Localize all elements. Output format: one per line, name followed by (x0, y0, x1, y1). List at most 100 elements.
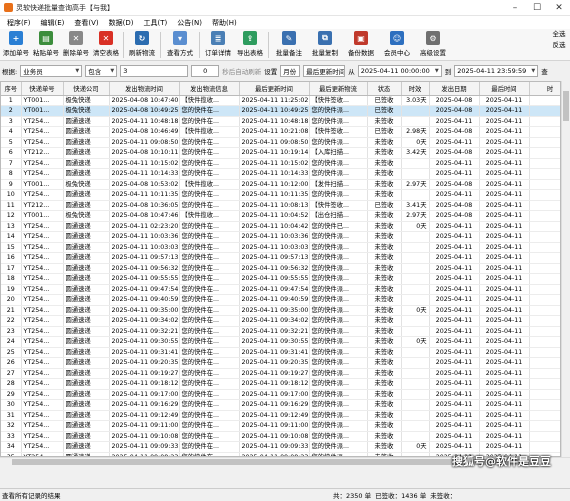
refresh-interval-input[interactable]: 0 (191, 64, 220, 77)
table-row[interactable]: 23 YT254... 圆通速递 2025-04-11 09:32:21 您的快件在..… (1, 326, 560, 337)
column-header-2[interactable]: 快递公司 (63, 82, 110, 96)
close-icon[interactable]: ✕ (548, 0, 570, 16)
column-header-0[interactable]: 序号 (1, 82, 22, 96)
member-button[interactable]: ☺ 会员中心 (379, 29, 415, 60)
menu-item-2[interactable]: 查看(V) (69, 18, 103, 28)
order-detail-button[interactable]: ≣ 订单详情 (202, 29, 234, 60)
toolbar-separator (160, 32, 161, 58)
maximize-icon[interactable]: ☐ (526, 0, 548, 16)
table-row[interactable]: 11 YT212... 圆通速递 2025-04-08 10:36:05 您的快件在..… (1, 200, 560, 211)
menu-item-4[interactable]: 工具(T) (139, 18, 173, 28)
delete-button[interactable]: ✕ 删除单号 (61, 29, 91, 60)
table-row[interactable]: 18 YT254... 圆通速递 2025-04-11 09:55:55 您的快件在..… (1, 273, 560, 285)
to-date-input[interactable]: 2025-04-11 23:59:59 ▼ (454, 64, 539, 77)
date-field-select[interactable]: 最后更新时间 (303, 64, 346, 77)
table-row[interactable]: 4 YT254... 圆通速递 2025-04-08 10:46:49 【快件揽收...… (1, 126, 560, 138)
table-cell: YT254... (21, 315, 64, 327)
column-header-5[interactable]: 最后更新时间 (239, 82, 310, 96)
table-row[interactable]: 1 YT001... 极兔快递 2025-04-08 10:47:40 【快件揽收...… (1, 95, 560, 106)
paste-button[interactable]: ▤ 粘贴单号 (31, 29, 61, 60)
column-header-9[interactable]: 发出日期 (429, 82, 480, 96)
table-row[interactable]: 15 YT254... 圆通速递 2025-04-11 10:03:03 您的快件在..… (1, 242, 560, 253)
table-row[interactable]: 13 YT254... 圆通速递 2025-04-11 02:23:20 您的快件在..… (1, 221, 560, 232)
filter-mode-select[interactable]: 包含 ▼ (85, 64, 118, 77)
backup-button[interactable]: ▣ 备份数据 (343, 29, 379, 60)
refresh-settings-button[interactable]: 设置 (264, 66, 277, 76)
batch-note-button[interactable]: ✎ 批量备注 (271, 29, 307, 60)
table-row[interactable]: 31 YT254... 圆通速递 2025-04-11 09:12:49 您的快件在..… (1, 410, 560, 421)
export-button[interactable]: ⇪ 导出表格 (234, 29, 266, 60)
table-row[interactable]: 17 YT254... 圆通速递 2025-04-11 09:56:32 您的快件在..… (1, 263, 560, 274)
table-cell: 极兔快递 (63, 105, 110, 117)
invert-select-button[interactable]: 反选 (548, 40, 570, 51)
column-header-8[interactable]: 时效 (401, 82, 430, 96)
column-header-4[interactable]: 发出物流信息 (179, 82, 240, 96)
menu-item-5[interactable]: 公告(N) (172, 18, 207, 28)
table-row[interactable]: 30 YT254... 圆通速递 2025-04-11 09:16:29 您的快件在..… (1, 399, 560, 411)
table-row[interactable]: 5 YT254... 圆通速递 2025-04-11 09:08:50 您的快件在...… (1, 137, 560, 148)
column-header-1[interactable]: 快递单号 (21, 82, 64, 96)
menu-item-1[interactable]: 编辑(E) (36, 18, 70, 28)
column-header-7[interactable]: 状态 (367, 82, 402, 96)
filter-field-select[interactable]: 业务员 ▼ (20, 64, 83, 77)
table-row[interactable]: 33 YT254... 圆通速递 2025-04-11 09:10:08 您的快件在..… (1, 431, 560, 442)
menu-item-6[interactable]: 帮助(H) (207, 18, 242, 28)
table-row[interactable]: 3 YT254... 圆通速递 2025-04-11 10:48:18 您的快件在...… (1, 116, 560, 127)
table-row[interactable]: 25 YT254... 圆通速递 2025-04-11 09:31:41 您的快件在..… (1, 347, 560, 358)
table-row[interactable]: 24 YT254... 圆通速递 2025-04-11 09:30:55 您的快件在..… (1, 336, 560, 348)
batch-copy-button[interactable]: ⧉ 批量复制 (307, 29, 343, 60)
table-row[interactable]: 8 YT254... 圆通速递 2025-04-11 10:14:33 您的快件在...… (1, 168, 560, 180)
clear-button[interactable]: ✕ 清空表格 (91, 29, 121, 60)
table-row[interactable]: 20 YT254... 圆通速递 2025-04-11 09:40:59 您的快件在..… (1, 294, 560, 306)
table-cell (529, 326, 560, 337)
column-header-6[interactable]: 最后更新物流 (309, 82, 368, 96)
table-row[interactable]: 16 YT254... 圆通速递 2025-04-11 09:57:13 您的快件在..… (1, 252, 560, 264)
table-row[interactable]: 21 YT254... 圆通速递 2025-04-11 09:35:00 您的快件在..… (1, 305, 560, 316)
table-cell: 2025-04-08 (429, 210, 480, 222)
table-row[interactable]: 27 YT254... 圆通速递 2025-04-11 09:19:27 您的快件在..… (1, 368, 560, 379)
table-row[interactable]: 10 YT254... 圆通速递 2025-04-11 10:11:35 您的快件在..… (1, 189, 560, 201)
table-cell: 圆通速递 (63, 420, 110, 432)
column-header-11[interactable]: 时 (529, 82, 560, 96)
table-row[interactable]: 34 YT254... 圆通速递 2025-04-11 09:09:33 您的快件在..… (1, 441, 560, 453)
minimize-icon[interactable]: – (504, 0, 526, 16)
table-cell (529, 221, 560, 232)
table-row[interactable]: 29 YT254... 圆通速递 2025-04-11 09:17:00 您的快件在..… (1, 389, 560, 400)
table-row[interactable]: 2 YT001... 极兔快递 2025-04-08 10:49:25 您的快件在...… (1, 105, 560, 117)
table-row[interactable]: 28 YT254... 圆通速递 2025-04-11 09:18:12 您的快件在..… (1, 378, 560, 390)
table-row[interactable]: 9 YT001... 极兔快递 2025-04-08 10:53:02 【快件揽收...… (1, 179, 560, 190)
search-button[interactable]: 查 (541, 66, 548, 76)
table-cell: 圆通速递 (63, 315, 110, 327)
table-cell: 您的快件在... (179, 242, 240, 253)
from-date-input[interactable]: 2025-04-11 00:00:00 ▼ (357, 64, 442, 77)
column-header-3[interactable]: 发出物流时间 (109, 82, 180, 96)
table-row[interactable]: 19 YT254... 圆通速递 2025-04-11 09:47:54 您的快件在..… (1, 284, 560, 295)
menu-item-0[interactable]: 程序(F) (2, 18, 36, 28)
filter-keyword-input[interactable]: 3 (120, 64, 189, 77)
vertical-scrollbar[interactable] (561, 81, 570, 457)
refresh-button[interactable]: ↻ 刷新物流 (126, 29, 158, 60)
table-row[interactable]: 6 YT212... 圆通速递 2025-04-08 10:10:11 您的快件在...… (1, 147, 560, 159)
vertical-scroll-thumb[interactable] (563, 91, 569, 121)
settings-button[interactable]: ⚙ 高级设置 (415, 29, 451, 60)
table-cell (529, 389, 560, 400)
select-all-button[interactable]: 全选 (548, 29, 570, 40)
view-mode-button[interactable]: ▾ 查看方式 (163, 29, 197, 60)
table-row[interactable]: 26 YT254... 圆通速递 2025-04-11 09:20:35 您的快件在..… (1, 357, 560, 369)
toolbar-separator (268, 32, 269, 58)
table-row[interactable]: 7 YT254... 圆通速递 2025-04-11 10:15:02 您的快件在...… (1, 158, 560, 169)
table-row[interactable]: 22 YT254... 圆通速递 2025-04-11 09:34:02 您的快件在..… (1, 315, 560, 327)
table-cell: 18 (1, 273, 22, 285)
add-button[interactable]: + 添加单号 (1, 29, 31, 60)
menu-item-3[interactable]: 数据(D) (104, 18, 139, 28)
table-cell: 您的快件派... (309, 347, 368, 358)
column-header-10[interactable]: 最后时间 (479, 82, 530, 96)
table-row[interactable]: 12 YT001... 极兔快递 2025-04-08 10:47:46 【快件揽收..… (1, 210, 560, 222)
table-row[interactable]: 14 YT254... 圆通速递 2025-04-11 10:03:36 您的快件在..… (1, 231, 560, 243)
table-cell (529, 294, 560, 306)
date-unit-value: 月份 (283, 67, 297, 76)
total-count: 共：2350 单 (333, 492, 372, 500)
date-unit-select[interactable]: 月份 (280, 64, 301, 77)
table-row[interactable]: 32 YT254... 圆通速递 2025-04-11 09:11:00 您的快件在..… (1, 420, 560, 432)
table-cell: 2025-04-11 10:48:18 (109, 116, 180, 127)
